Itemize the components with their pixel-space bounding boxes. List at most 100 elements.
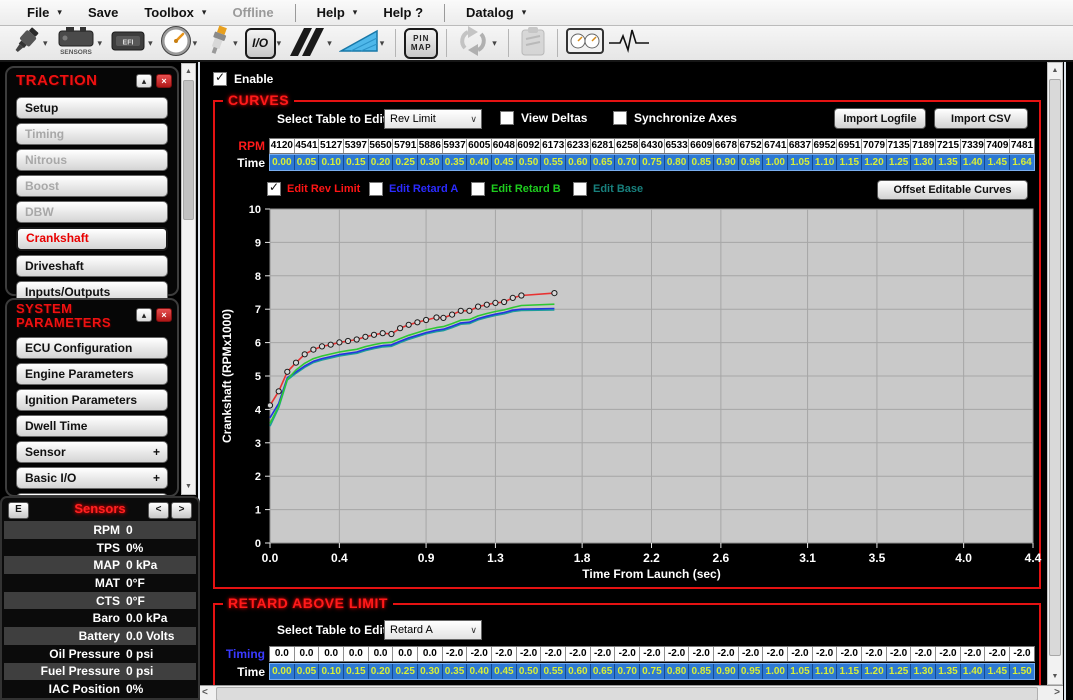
timing-cell[interactable]: -2.0 xyxy=(936,647,961,661)
timing-cell[interactable]: -2.0 xyxy=(985,647,1010,661)
time-cell[interactable]: 0.70 xyxy=(615,155,640,170)
rpm-cell[interactable]: 6258 xyxy=(615,139,640,153)
retard-time-cell[interactable]: 1.45 xyxy=(985,664,1010,679)
retard-time-cell[interactable]: 0.55 xyxy=(541,664,566,679)
timing-cell[interactable]: 0.0 xyxy=(270,647,295,661)
dropdown-arrow-icon[interactable]: ▾ xyxy=(380,38,385,49)
rpm-cell[interactable]: 6752 xyxy=(739,139,764,153)
scroll-down-icon[interactable]: ▼ xyxy=(182,480,195,493)
retard-time-cell[interactable]: 0.00 xyxy=(270,664,295,679)
edit-toggle-checkbox[interactable]: ✓ xyxy=(267,182,281,196)
rpm-cell[interactable]: 6952 xyxy=(813,139,838,153)
toolbar-button-spark-plug-icon[interactable]: ▾ xyxy=(202,25,243,62)
timing-cell[interactable]: -2.0 xyxy=(911,647,936,661)
rpm-cell[interactable]: 6281 xyxy=(591,139,616,153)
timing-cell[interactable]: 0.0 xyxy=(344,647,369,661)
dropdown-arrow-icon[interactable]: ▾ xyxy=(327,38,332,49)
retard-time-cell[interactable]: 0.30 xyxy=(418,664,443,679)
retard-time-cell[interactable]: 1.15 xyxy=(837,664,862,679)
rpm-cell[interactable]: 5937 xyxy=(443,139,468,153)
toolbar-button-io-icon[interactable]: I/O▾ xyxy=(243,28,287,59)
retard-time-cell[interactable]: 1.00 xyxy=(763,664,788,679)
retard-time-cell[interactable]: 0.75 xyxy=(640,664,665,679)
timing-cell[interactable]: -2.0 xyxy=(541,647,566,661)
timing-cell[interactable]: -2.0 xyxy=(517,647,542,661)
scroll-down-icon[interactable]: ▼ xyxy=(1048,670,1062,683)
rpm-cell[interactable]: 5397 xyxy=(344,139,369,153)
retard-time-cell[interactable]: 0.70 xyxy=(615,664,640,679)
collapse-icon[interactable]: ▴ xyxy=(136,74,152,88)
time-cell[interactable]: 1.45 xyxy=(985,155,1010,170)
dropdown-arrow-icon[interactable]: ▾ xyxy=(277,38,282,49)
timing-cell[interactable]: 0.0 xyxy=(393,647,418,661)
edit-toggle-edit-retard-b[interactable]: Edit Retard B xyxy=(471,182,573,196)
retard-time-cell[interactable]: 1.25 xyxy=(887,664,912,679)
edit-toggle-checkbox[interactable] xyxy=(573,182,587,196)
edit-toggle-edit-base[interactable]: Edit Base xyxy=(573,182,675,196)
rpm-cell[interactable]: 6609 xyxy=(689,139,714,153)
dropdown-arrow-icon[interactable]: ▾ xyxy=(148,38,153,49)
timing-cell[interactable]: -2.0 xyxy=(591,647,616,661)
scroll-up-icon[interactable]: ▲ xyxy=(182,65,195,78)
rpm-cell[interactable]: 6048 xyxy=(492,139,517,153)
toolbar-button-tire-icon[interactable]: ▾ xyxy=(286,26,337,61)
retard-time-cell[interactable]: 1.05 xyxy=(788,664,813,679)
rpm-cell[interactable]: 7339 xyxy=(961,139,986,153)
rpm-cell[interactable]: 7215 xyxy=(936,139,961,153)
time-cell[interactable]: 0.96 xyxy=(739,155,764,170)
time-cell[interactable]: 0.35 xyxy=(443,155,468,170)
sidebar-item-dbw[interactable]: DBW xyxy=(16,201,168,223)
time-cell[interactable]: 0.40 xyxy=(467,155,492,170)
view-deltas-control[interactable]: View Deltas xyxy=(500,111,587,125)
rpm-cell[interactable]: 7079 xyxy=(862,139,887,153)
retard-time-cell[interactable]: 1.20 xyxy=(862,664,887,679)
timing-cell[interactable]: 0.0 xyxy=(319,647,344,661)
horizontal-scrollbar[interactable]: < > xyxy=(200,685,1063,700)
rpm-cell[interactable]: 5127 xyxy=(319,139,344,153)
rpm-cell[interactable]: 6837 xyxy=(788,139,813,153)
toolbar-button-waveform-icon[interactable] xyxy=(606,27,652,60)
timing-cell[interactable]: -2.0 xyxy=(739,647,764,661)
enable-control[interactable]: ✓ Enable xyxy=(213,72,273,86)
sensors-edit-button[interactable]: E xyxy=(8,502,29,519)
edit-toggle-checkbox[interactable] xyxy=(369,182,383,196)
close-icon[interactable]: × xyxy=(156,308,172,322)
timing-cell[interactable]: -2.0 xyxy=(714,647,739,661)
rpm-cell[interactable]: 6173 xyxy=(541,139,566,153)
time-cell[interactable]: 1.05 xyxy=(788,155,813,170)
retard-time-cell[interactable]: 0.15 xyxy=(344,664,369,679)
rpm-cell[interactable]: 6533 xyxy=(665,139,690,153)
timing-cell[interactable]: -2.0 xyxy=(640,647,665,661)
time-cell[interactable]: 1.40 xyxy=(961,155,986,170)
time-cell[interactable]: 1.35 xyxy=(936,155,961,170)
timing-cell[interactable]: -2.0 xyxy=(467,647,492,661)
toolbar-button-clipboard-icon[interactable] xyxy=(515,25,551,62)
timing-cell[interactable]: -2.0 xyxy=(763,647,788,661)
time-cell[interactable]: 0.80 xyxy=(665,155,690,170)
menu-item-save[interactable]: Save xyxy=(75,0,131,25)
time-cell[interactable]: 0.65 xyxy=(591,155,616,170)
sidebar-item-boost[interactable]: Boost xyxy=(16,175,168,197)
horizontal-scrollbar-thumb[interactable] xyxy=(216,687,1038,700)
sidebar-item-timing[interactable]: Timing xyxy=(16,123,168,145)
retard-time-cell[interactable]: 0.10 xyxy=(319,664,344,679)
retard-time-cell[interactable]: 0.95 xyxy=(739,664,764,679)
sidebar-item-nitrous[interactable]: Nitrous xyxy=(16,149,168,171)
dropdown-arrow-icon[interactable]: ▾ xyxy=(98,38,103,49)
menu-item-help[interactable]: Help ? xyxy=(370,0,436,25)
timing-cell[interactable]: -2.0 xyxy=(492,647,517,661)
main-scrollbar-thumb[interactable] xyxy=(1049,79,1061,656)
retard-table-select-dropdown[interactable]: Retard A ∨ xyxy=(384,620,482,640)
time-cell[interactable]: 0.90 xyxy=(714,155,739,170)
sidebar-item-basic-i-o[interactable]: Basic I/O+ xyxy=(16,467,168,489)
retard-time-cell[interactable]: 0.85 xyxy=(689,664,714,679)
timing-cell[interactable]: -2.0 xyxy=(813,647,838,661)
toolbar-button-sync-icon[interactable]: ▾ xyxy=(453,25,502,62)
time-cell[interactable]: 1.25 xyxy=(887,155,912,170)
timing-cell[interactable]: 0.0 xyxy=(369,647,394,661)
sidebar-scrollbar[interactable]: ▲ ▼ xyxy=(181,63,196,495)
enable-checkbox[interactable]: ✓ xyxy=(213,72,227,86)
retard-time-cell[interactable]: 0.35 xyxy=(443,664,468,679)
toolbar-button-efi-module-icon[interactable]: EFI▾ xyxy=(107,27,158,60)
sidebar-item-sensor-scaling-warnings[interactable]: Sensor Scaling/Warnings+ xyxy=(16,441,168,463)
